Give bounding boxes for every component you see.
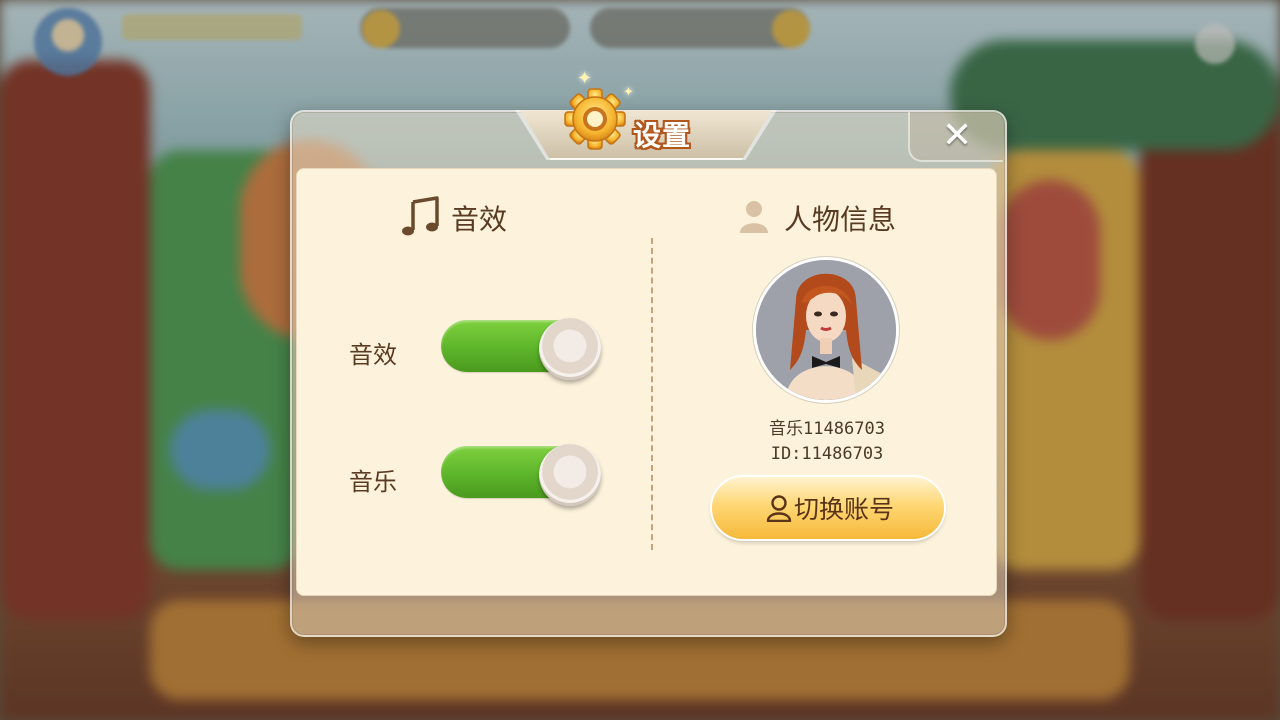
close-icon[interactable]: ✕: [942, 116, 972, 156]
section-divider: [651, 238, 653, 550]
toggle-knob[interactable]: [539, 318, 601, 380]
close-button[interactable]: ✕: [908, 112, 1003, 162]
user-outline-icon[interactable]: [766, 494, 792, 522]
player-id: ID:11486703: [770, 444, 884, 464]
switch-account-button[interactable]: 切换账号: [712, 477, 944, 539]
music-note-icon: [402, 196, 439, 236]
sparkle-icon: ✦: [577, 68, 593, 89]
dialog-title: 设置: [633, 119, 692, 152]
sound-effect-toggle[interactable]: [441, 318, 603, 380]
profile-section-title: 人物信息: [784, 203, 897, 236]
switch-account-label[interactable]: 切换账号: [794, 490, 894, 526]
sound-effect-label: 音效: [349, 341, 397, 369]
gear-icon: [564, 88, 626, 150]
music-label: 音乐: [349, 468, 397, 496]
toggle-knob[interactable]: [539, 444, 601, 506]
sound-section-title: 音效: [451, 203, 508, 236]
person-icon: [740, 201, 768, 233]
sparkle-icon: ✦: [623, 85, 634, 100]
avatar: [753, 257, 899, 403]
player-nickname: 音乐11486703: [769, 419, 885, 439]
music-toggle[interactable]: [441, 444, 603, 506]
